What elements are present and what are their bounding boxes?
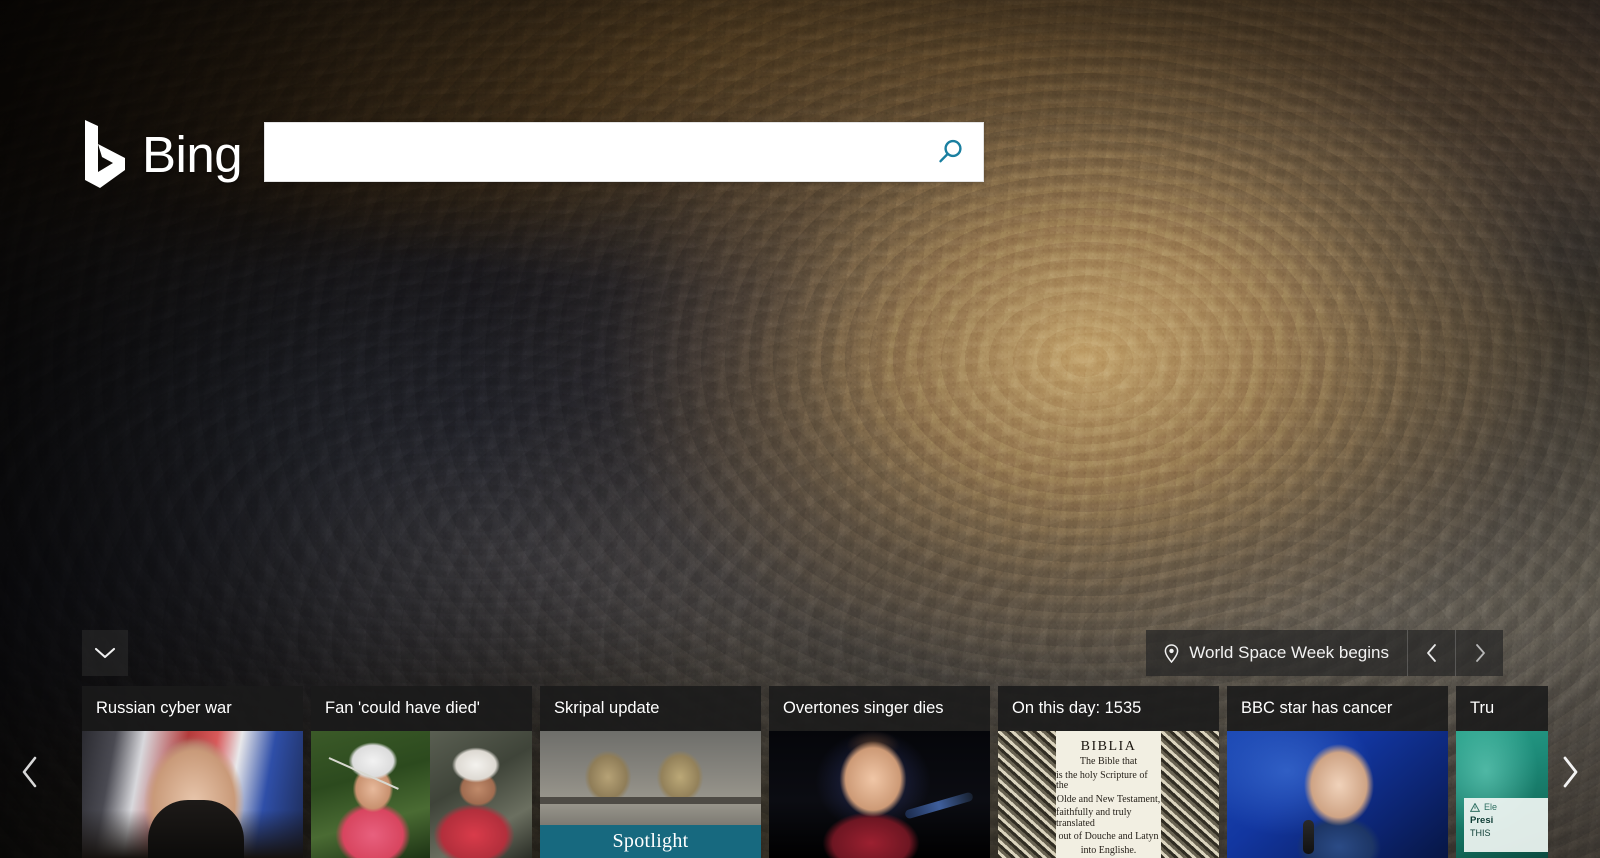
carousel-next-button[interactable] [1540, 686, 1600, 858]
news-card-title: Russian cyber war [82, 686, 303, 731]
news-card-image: Spotlight [540, 731, 761, 858]
news-card[interactable]: Tru Ele Presi THIS [1456, 686, 1548, 858]
bible-title: BIBLIA [1080, 739, 1137, 754]
search-button[interactable] [917, 123, 983, 181]
news-card-image [1227, 731, 1448, 858]
news-card[interactable]: Overtones singer dies [769, 686, 990, 858]
news-card-title: BBC star has cancer [1227, 686, 1448, 731]
info-bar-label: World Space Week begins [1189, 643, 1389, 662]
bing-logo[interactable]: Bing [82, 118, 243, 190]
warning-triangle-icon [1470, 802, 1480, 812]
putin-photo-art [82, 731, 303, 858]
expand-collapse-button[interactable] [82, 630, 128, 676]
chevron-right-icon [1563, 756, 1578, 788]
news-card[interactable]: Russian cyber war [82, 686, 303, 858]
alert-line-1: Presi [1470, 815, 1494, 826]
news-card-title: Fan 'could have died' [311, 686, 532, 731]
news-card[interactable]: On this day: 1535 BIBLIA The Bible that … [998, 686, 1219, 858]
bible-page-art: BIBLIA The Bible that is the holy Script… [998, 731, 1219, 858]
news-card-image [82, 731, 303, 858]
singer-photo-art [769, 731, 990, 858]
info-bar-next-button[interactable] [1455, 630, 1503, 676]
news-card-title: Skripal update [540, 686, 761, 731]
news-card-image [769, 731, 990, 858]
chevron-left-icon [1426, 644, 1436, 662]
chevron-down-icon [94, 647, 116, 659]
info-bar-prev-button[interactable] [1407, 630, 1455, 676]
news-card-image [311, 731, 532, 858]
golfer-photo [311, 731, 430, 858]
alert-row-warning: Ele [1470, 802, 1548, 812]
news-card[interactable]: BBC star has cancer [1227, 686, 1448, 858]
golfer-photo-art [311, 731, 430, 858]
bible-line-5: out of Douche and Latyn [1058, 831, 1159, 842]
search-magnifier-icon [939, 139, 962, 163]
news-card-title: Overtones singer dies [769, 686, 990, 731]
emergency-alert-box: Ele Presi THIS [1464, 798, 1548, 852]
bbc-star-photo-art [1227, 731, 1448, 858]
bible-woodcut-left [998, 731, 1056, 858]
carousel-prev-button[interactable] [0, 686, 60, 858]
news-card-image: BIBLIA The Bible that is the holy Script… [998, 731, 1219, 858]
news-card[interactable]: Fan 'could have died' [311, 686, 532, 858]
bible-line-3: Olde and New Testament, [1056, 793, 1161, 805]
injured-fan-photo [430, 731, 532, 858]
news-card-title: On this day: 1535 [998, 686, 1219, 731]
injured-fan-photo-art [430, 731, 532, 858]
alert-label: Ele [1484, 802, 1498, 812]
bing-wordmark: Bing [142, 125, 243, 183]
bible-line-6: into Englishe. [1080, 844, 1137, 856]
bible-woodcut-right [1161, 731, 1219, 858]
news-card[interactable]: Skripal update Spotlight [540, 686, 761, 858]
search-box[interactable] [264, 122, 984, 182]
bible-line-1: The Bible that [1079, 756, 1138, 767]
header: Bing [0, 0, 1600, 200]
info-bar-hotspot[interactable]: World Space Week begins [1146, 630, 1407, 676]
news-carousel: Russian cyber war Fan 'could have died' … [0, 686, 1600, 858]
news-card-image: Ele Presi THIS [1456, 731, 1548, 858]
location-pin-icon [1164, 643, 1179, 663]
news-card-title: Tru [1456, 686, 1548, 731]
bible-title-page: BIBLIA The Bible that is the holy Script… [1056, 731, 1161, 858]
chevron-left-icon [22, 756, 37, 788]
spotlight-badge: Spotlight [540, 825, 761, 858]
search-input[interactable] [265, 123, 917, 181]
chevron-right-icon [1475, 644, 1485, 662]
info-bar: World Space Week begins [1146, 630, 1503, 676]
bible-line-4: faithfully and truly translated [1056, 807, 1132, 829]
bible-line-2: is the holy Scripture of the [1056, 769, 1148, 791]
alert-line-2: THIS [1470, 828, 1491, 838]
trump-phone-alert-art: Ele Presi THIS [1456, 731, 1548, 858]
carousel-card-track: Russian cyber war Fan 'could have died' … [82, 686, 1548, 858]
bing-b-logo-icon [85, 120, 125, 188]
